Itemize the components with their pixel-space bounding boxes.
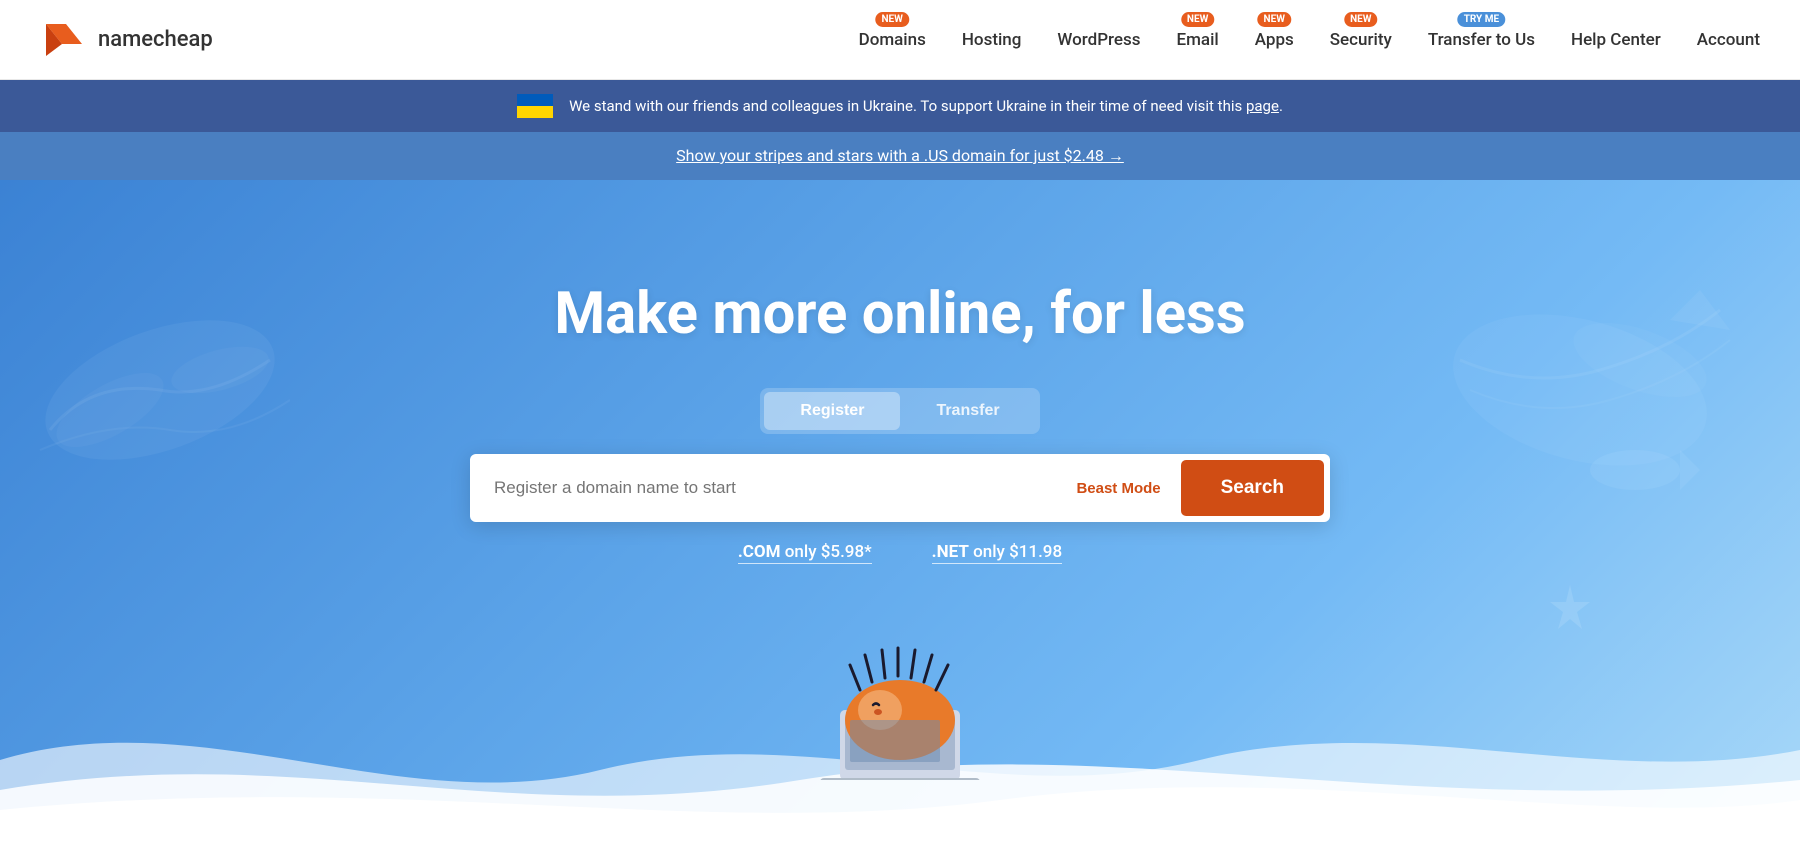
header: n namecheap NEW Domains Hosting WordPres… (0, 0, 1800, 80)
nav-label-email: Email (1177, 30, 1219, 50)
nav-label-transfer: Transfer to Us (1428, 30, 1535, 50)
logo-area[interactable]: n namecheap (40, 16, 213, 64)
flag-bottom (517, 106, 553, 118)
transfer-badge: TRY ME (1458, 12, 1505, 27)
domain-tab-group: Register Transfer (760, 388, 1039, 434)
com-tld-link[interactable]: .COM only $5.98* (738, 542, 872, 564)
nav-label-domains: Domains (859, 30, 926, 50)
nav-item-security[interactable]: NEW Security (1330, 30, 1392, 50)
promo-link[interactable]: Show your stripes and stars with a .US d… (676, 146, 1124, 165)
nav-item-help[interactable]: Help Center (1571, 30, 1661, 50)
ukraine-banner: We stand with our friends and colleagues… (0, 80, 1800, 132)
ukraine-text: We stand with our friends and colleagues… (569, 97, 1283, 115)
namecheap-logo-icon: n (40, 16, 88, 64)
hedgehog-svg (800, 600, 1000, 780)
nav-item-apps[interactable]: NEW Apps (1255, 30, 1294, 50)
flag-top (517, 94, 553, 106)
logo-text: namecheap (98, 27, 213, 52)
hero-content: Make more online, for less Register Tran… (0, 180, 1800, 564)
nav-label-account: Account (1697, 30, 1760, 50)
hero-title: Make more online, for less (554, 280, 1245, 348)
hero-section: Make more online, for less Register Tran… (0, 180, 1800, 840)
nav-label-security: Security (1330, 30, 1392, 50)
domain-search-box: Beast Mode Search (470, 454, 1330, 522)
net-tld-link[interactable]: .NET only $11.98 (932, 542, 1062, 564)
nav-label-wordpress: WordPress (1057, 30, 1140, 50)
email-badge: NEW (1181, 12, 1214, 27)
domains-badge: NEW (876, 12, 909, 27)
tld-links-group: .COM only $5.98* .NET only $11.98 (738, 542, 1062, 564)
nav-label-help: Help Center (1571, 30, 1661, 50)
apps-badge: NEW (1258, 12, 1291, 27)
hedgehog-mascot (800, 600, 1000, 780)
starfish-decoration (1540, 580, 1600, 640)
nav-label-apps: Apps (1255, 30, 1294, 50)
nav-item-transfer[interactable]: TRY ME Transfer to Us (1428, 30, 1535, 50)
nav-label-hosting: Hosting (962, 30, 1022, 50)
transfer-tab[interactable]: Transfer (900, 392, 1035, 430)
promo-banner: Show your stripes and stars with a .US d… (0, 132, 1800, 180)
beast-mode-button[interactable]: Beast Mode (1056, 480, 1180, 497)
ukraine-flag (517, 94, 553, 118)
search-button[interactable]: Search (1181, 460, 1324, 516)
security-badge: NEW (1344, 12, 1377, 27)
ukraine-link[interactable]: page (1246, 97, 1279, 115)
main-nav: NEW Domains Hosting WordPress NEW Email … (859, 30, 1760, 50)
register-tab[interactable]: Register (764, 392, 900, 430)
nav-item-email[interactable]: NEW Email (1177, 30, 1219, 50)
nav-item-wordpress[interactable]: WordPress (1057, 30, 1140, 50)
nav-item-hosting[interactable]: Hosting (962, 30, 1022, 50)
domain-search-input[interactable] (494, 478, 1056, 498)
nav-item-domains[interactable]: NEW Domains (859, 30, 926, 50)
nav-item-account[interactable]: Account (1697, 30, 1760, 50)
